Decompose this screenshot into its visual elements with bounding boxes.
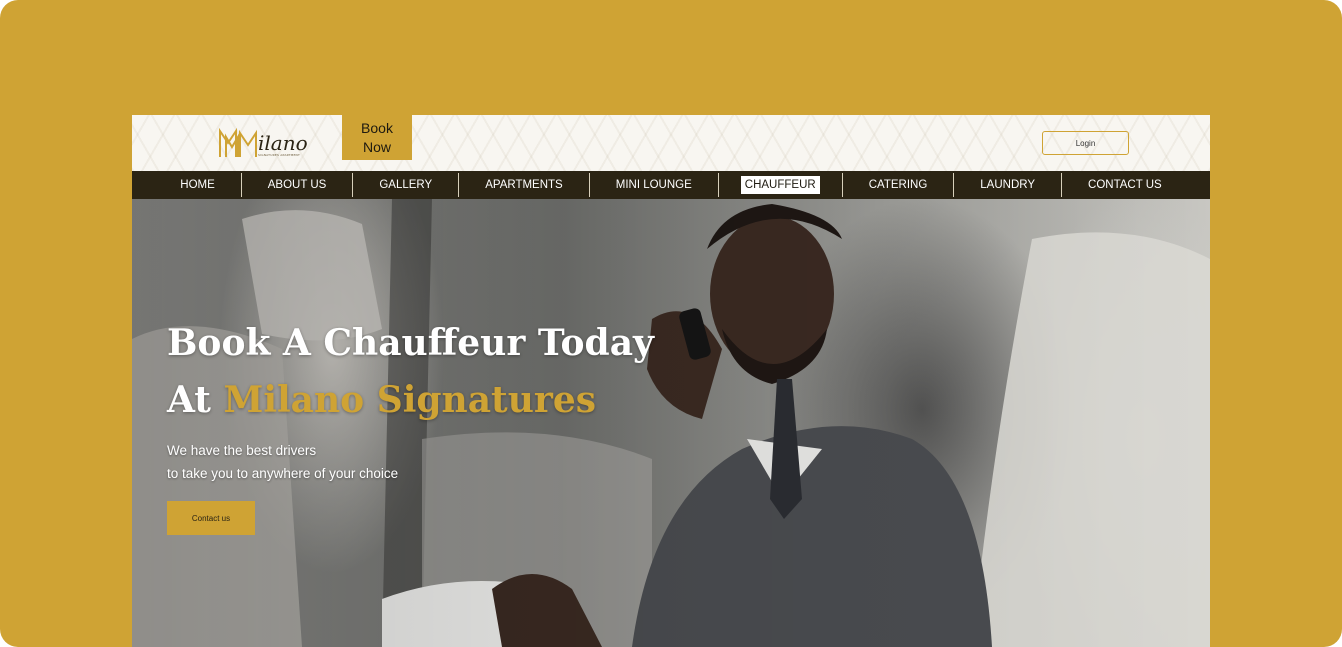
logo-tagline: SIGNATURES APARTMENT: [258, 153, 301, 157]
nav-item-catering[interactable]: CATERING: [841, 173, 954, 197]
nav-item-label: LAUNDRY: [980, 179, 1036, 191]
nav-item-label: CONTACT US: [1088, 179, 1162, 191]
hero-subtitle: We have the best drivers to take you to …: [167, 439, 398, 485]
milano-logo-mark: ilano: [219, 127, 308, 157]
nav-item-label: HOME: [180, 179, 215, 191]
nav-item-home[interactable]: HOME: [154, 173, 241, 197]
hero-section: Book A Chauffeur Today At Milano Signatu…: [132, 199, 1210, 647]
nav-item-label: CHAUFFEUR: [740, 176, 820, 194]
site-header: ilano SIGNATURES APARTMENT Book Now Logi…: [132, 115, 1210, 171]
milano-logo[interactable]: ilano SIGNATURES APARTMENT: [218, 123, 314, 163]
hero-title-line2-prefix: At: [167, 379, 224, 421]
hero-subtitle-line1: We have the best drivers: [167, 443, 317, 458]
book-now-button[interactable]: Book Now: [342, 115, 412, 160]
nav-item-mini-lounge[interactable]: MINI LOUNGE: [588, 173, 718, 197]
main-nav: HOME ABOUT US GALLERY APARTMENTS MINI LO…: [132, 171, 1210, 199]
nav-item-label: GALLERY: [379, 179, 433, 191]
nav-item-label: APARTMENTS: [485, 179, 563, 191]
hero-subtitle-line2: to take you to anywhere of your choice: [167, 466, 399, 481]
page-frame: ilano SIGNATURES APARTMENT Book Now Logi…: [0, 0, 1342, 647]
nav-item-gallery[interactable]: GALLERY: [352, 173, 458, 197]
login-button[interactable]: Login: [1042, 131, 1129, 155]
nav-item-about-us[interactable]: ABOUT US: [240, 173, 353, 197]
website-viewport: ilano SIGNATURES APARTMENT Book Now Logi…: [132, 115, 1210, 647]
nav-item-contact-us[interactable]: CONTACT US: [1061, 173, 1188, 197]
nav-item-chauffeur[interactable]: CHAUFFEUR: [717, 173, 842, 197]
nav-item-laundry[interactable]: LAUNDRY: [953, 173, 1061, 197]
nav-item-label: CATERING: [868, 179, 928, 191]
nav-item-label: ABOUT US: [267, 179, 327, 191]
contact-us-button[interactable]: Contact us: [167, 501, 255, 535]
hero-title-line1: Book A Chauffeur Today: [167, 322, 654, 364]
hero-title-brand: Milano Signatures: [223, 379, 597, 421]
svg-text:ilano: ilano: [258, 131, 308, 155]
nav-item-apartments[interactable]: APARTMENTS: [458, 173, 589, 197]
nav-item-label: MINI LOUNGE: [615, 179, 692, 191]
hero-title: Book A Chauffeur Today At Milano Signatu…: [167, 315, 654, 429]
